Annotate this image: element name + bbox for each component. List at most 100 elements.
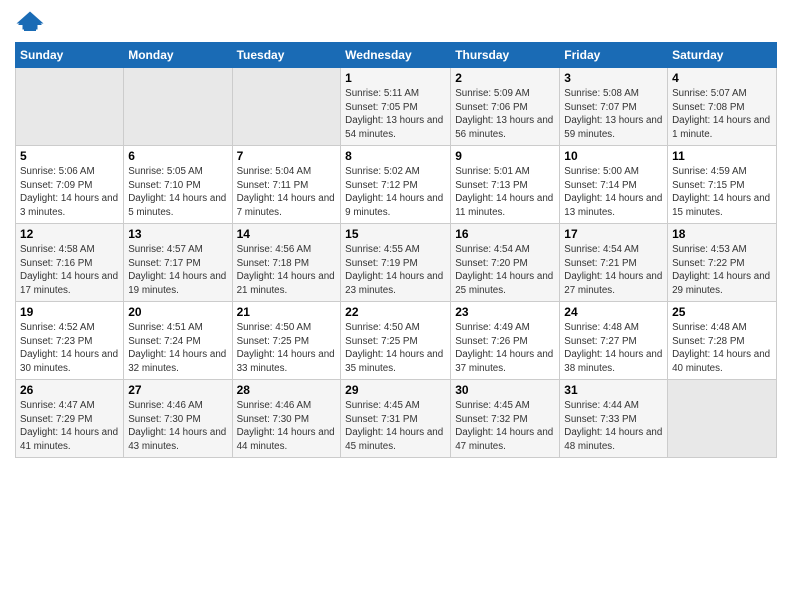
calendar-cell: 11 Sunrise: 4:59 AMSunset: 7:15 PMDayligh…: [668, 146, 777, 224]
calendar-cell: 8 Sunrise: 5:02 AMSunset: 7:12 PMDaylight…: [341, 146, 451, 224]
day-info: Sunrise: 5:05 AMSunset: 7:10 PMDaylight:…: [128, 165, 227, 220]
day-info: Sunrise: 5:07 AMSunset: 7:08 PMDaylight:…: [672, 87, 772, 142]
col-friday: Friday: [560, 43, 668, 68]
col-sunday: Sunday: [16, 43, 124, 68]
calendar-cell: 13Sunrise: 4:57 AMSunset: 7:17 PMDayligh…: [124, 224, 232, 302]
day-number: 13: [128, 227, 227, 241]
day-info: Sunrise: 4:56 AMSunset: 7:18 PMDaylight:…: [237, 243, 337, 298]
calendar-cell: 23 Sunrise: 4:49 AMSunset: 7:26 PMDayligh…: [451, 302, 560, 380]
day-number: 16: [455, 227, 555, 241]
calendar-cell: 2 Sunrise: 5:09 AMSunset: 7:06 PMDaylight…: [451, 68, 560, 146]
calendar-cell: 6 Sunrise: 5:05 AMSunset: 7:10 PMDaylight…: [124, 146, 232, 224]
day-number: 3: [564, 71, 663, 85]
calendar-table: Sunday Monday Tuesday Wednesday Thursday…: [15, 42, 777, 458]
day-info: Sunrise: 4:54 AMSunset: 7:20 PMDaylight:…: [455, 243, 555, 298]
day-info: Sunrise: 4:59 AMSunset: 7:15 PMDaylight:…: [672, 165, 772, 220]
day-number: 30: [455, 383, 555, 397]
calendar-week-4: 19 Sunrise: 4:52 AMSunset: 7:23 PMDayligh…: [16, 302, 777, 380]
day-number: 9: [455, 149, 555, 163]
day-info: Sunrise: 5:04 AMSunset: 7:11 PMDaylight:…: [237, 165, 337, 220]
day-number: 26: [20, 383, 119, 397]
day-info: Sunrise: 4:51 AMSunset: 7:24 PMDaylight:…: [128, 321, 227, 376]
calendar-cell: 25 Sunrise: 4:48 AMSunset: 7:28 PMDayligh…: [668, 302, 777, 380]
calendar-cell: 27Sunrise: 4:46 AMSunset: 7:30 PMDayligh…: [124, 380, 232, 458]
day-number: 1: [345, 71, 446, 85]
day-number: 18: [672, 227, 772, 241]
day-number: 31: [564, 383, 663, 397]
day-number: 11: [672, 149, 772, 163]
calendar-cell: 24Sunrise: 4:48 AMSunset: 7:27 PMDayligh…: [560, 302, 668, 380]
logo-icon: [15, 10, 45, 34]
calendar-cell: [668, 380, 777, 458]
day-number: 4: [672, 71, 772, 85]
header: [15, 10, 777, 34]
day-number: 8: [345, 149, 446, 163]
day-info: Sunrise: 5:00 AMSunset: 7:14 PMDaylight:…: [564, 165, 663, 220]
col-thursday: Thursday: [451, 43, 560, 68]
day-info: Sunrise: 5:02 AMSunset: 7:12 PMDaylight:…: [345, 165, 446, 220]
col-tuesday: Tuesday: [232, 43, 341, 68]
day-info: Sunrise: 4:54 AMSunset: 7:21 PMDaylight:…: [564, 243, 663, 298]
calendar-cell: 14Sunrise: 4:56 AMSunset: 7:18 PMDayligh…: [232, 224, 341, 302]
calendar-cell: 22Sunrise: 4:50 AMSunset: 7:25 PMDayligh…: [341, 302, 451, 380]
day-info: Sunrise: 4:53 AMSunset: 7:22 PMDaylight:…: [672, 243, 772, 298]
calendar-cell: 17 Sunrise: 4:54 AMSunset: 7:21 PMDayligh…: [560, 224, 668, 302]
calendar-cell: 31 Sunrise: 4:44 AMSunset: 7:33 PMDayligh…: [560, 380, 668, 458]
calendar-cell: 3 Sunrise: 5:08 AMSunset: 7:07 PMDaylight…: [560, 68, 668, 146]
calendar-cell: 9 Sunrise: 5:01 AMSunset: 7:13 PMDaylight…: [451, 146, 560, 224]
day-number: 15: [345, 227, 446, 241]
calendar-cell: 10 Sunrise: 5:00 AMSunset: 7:14 PMDayligh…: [560, 146, 668, 224]
calendar-week-1: 1Sunrise: 5:11 AMSunset: 7:05 PMDaylight…: [16, 68, 777, 146]
calendar-cell: 21 Sunrise: 4:50 AMSunset: 7:25 PMDayligh…: [232, 302, 341, 380]
day-number: 17: [564, 227, 663, 241]
day-info: Sunrise: 4:55 AMSunset: 7:19 PMDaylight:…: [345, 243, 446, 298]
col-wednesday: Wednesday: [341, 43, 451, 68]
calendar-cell: 1Sunrise: 5:11 AMSunset: 7:05 PMDaylight…: [341, 68, 451, 146]
calendar-cell: 18 Sunrise: 4:53 AMSunset: 7:22 PMDayligh…: [668, 224, 777, 302]
day-info: Sunrise: 4:45 AMSunset: 7:32 PMDaylight:…: [455, 399, 555, 454]
calendar-week-2: 5Sunrise: 5:06 AMSunset: 7:09 PMDaylight…: [16, 146, 777, 224]
day-number: 24: [564, 305, 663, 319]
day-number: 5: [20, 149, 119, 163]
day-info: Sunrise: 5:08 AMSunset: 7:07 PMDaylight:…: [564, 87, 663, 142]
page-container: Sunday Monday Tuesday Wednesday Thursday…: [0, 0, 792, 468]
day-number: 10: [564, 149, 663, 163]
day-info: Sunrise: 4:50 AMSunset: 7:25 PMDaylight:…: [237, 321, 337, 376]
day-number: 28: [237, 383, 337, 397]
calendar-week-5: 26 Sunrise: 4:47 AMSunset: 7:29 PMDayligh…: [16, 380, 777, 458]
col-monday: Monday: [124, 43, 232, 68]
day-number: 7: [237, 149, 337, 163]
logo: [15, 10, 49, 34]
day-number: 29: [345, 383, 446, 397]
day-number: 19: [20, 305, 119, 319]
day-number: 20: [128, 305, 227, 319]
day-info: Sunrise: 4:44 AMSunset: 7:33 PMDaylight:…: [564, 399, 663, 454]
day-number: 6: [128, 149, 227, 163]
calendar-cell: 16 Sunrise: 4:54 AMSunset: 7:20 PMDayligh…: [451, 224, 560, 302]
day-number: 23: [455, 305, 555, 319]
day-info: Sunrise: 4:47 AMSunset: 7:29 PMDaylight:…: [20, 399, 119, 454]
day-info: Sunrise: 4:49 AMSunset: 7:26 PMDaylight:…: [455, 321, 555, 376]
calendar-cell: 12 Sunrise: 4:58 AMSunset: 7:16 PMDayligh…: [16, 224, 124, 302]
calendar-cell: 30 Sunrise: 4:45 AMSunset: 7:32 PMDayligh…: [451, 380, 560, 458]
calendar-cell: 19 Sunrise: 4:52 AMSunset: 7:23 PMDayligh…: [16, 302, 124, 380]
day-info: Sunrise: 4:48 AMSunset: 7:28 PMDaylight:…: [672, 321, 772, 376]
day-info: Sunrise: 4:58 AMSunset: 7:16 PMDaylight:…: [20, 243, 119, 298]
calendar-cell: 29 Sunrise: 4:45 AMSunset: 7:31 PMDayligh…: [341, 380, 451, 458]
calendar-cell: [16, 68, 124, 146]
day-number: 27: [128, 383, 227, 397]
day-info: Sunrise: 5:01 AMSunset: 7:13 PMDaylight:…: [455, 165, 555, 220]
day-info: Sunrise: 4:45 AMSunset: 7:31 PMDaylight:…: [345, 399, 446, 454]
day-number: 25: [672, 305, 772, 319]
day-info: Sunrise: 4:52 AMSunset: 7:23 PMDaylight:…: [20, 321, 119, 376]
calendar-cell: 28Sunrise: 4:46 AMSunset: 7:30 PMDayligh…: [232, 380, 341, 458]
day-number: 12: [20, 227, 119, 241]
calendar-cell: 20 Sunrise: 4:51 AMSunset: 7:24 PMDayligh…: [124, 302, 232, 380]
day-info: Sunrise: 4:50 AMSunset: 7:25 PMDaylight:…: [345, 321, 446, 376]
day-number: 21: [237, 305, 337, 319]
calendar-cell: [232, 68, 341, 146]
calendar-cell: 26 Sunrise: 4:47 AMSunset: 7:29 PMDayligh…: [16, 380, 124, 458]
day-info: Sunrise: 5:09 AMSunset: 7:06 PMDaylight:…: [455, 87, 555, 142]
day-number: 2: [455, 71, 555, 85]
calendar-cell: [124, 68, 232, 146]
